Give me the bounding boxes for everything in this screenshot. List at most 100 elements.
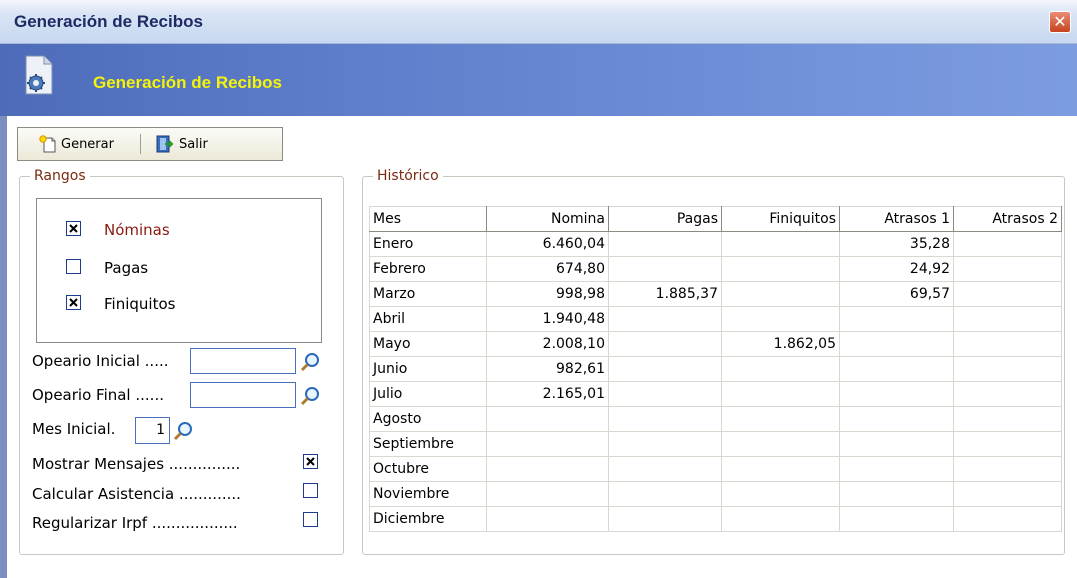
mostrar-mensajes-label: Mostrar Mensajes ............... xyxy=(32,455,241,473)
historico-legend: Histórico xyxy=(377,168,439,184)
column-header-atrasos-1[interactable]: Atrasos 1 xyxy=(839,206,954,232)
mostrar-mensajes-checkbox[interactable] xyxy=(303,454,318,469)
table-cell: Febrero xyxy=(369,256,487,282)
table-cell xyxy=(608,431,722,457)
generar-button[interactable]: Generar xyxy=(38,128,114,160)
table-cell: 2.008,10 xyxy=(486,331,609,357)
historico-header-row: Mes Nomina Pagas Finiquitos Atrasos 1 At… xyxy=(369,206,1062,232)
table-row[interactable]: Marzo 998,98 1.885,37 69,57 xyxy=(369,281,1062,307)
table-cell xyxy=(486,406,609,432)
close-icon: ✕ xyxy=(1053,12,1067,31)
table-cell: Noviembre xyxy=(369,481,487,507)
magnifier-icon[interactable] xyxy=(300,352,320,372)
table-row[interactable]: Junio 982,61 xyxy=(369,356,1062,382)
document-gear-icon xyxy=(25,55,53,95)
table-row[interactable]: Julio 2.165,01 xyxy=(369,381,1062,407)
table-cell xyxy=(486,481,609,507)
table-cell: Mayo xyxy=(369,331,487,357)
magnifier-icon[interactable] xyxy=(173,421,193,441)
table-cell xyxy=(486,506,609,532)
table-cell xyxy=(953,331,1062,357)
table-cell: 69,57 xyxy=(839,281,954,307)
table-cell xyxy=(608,481,722,507)
calcular-asistencia-checkbox[interactable] xyxy=(303,483,318,498)
column-header-pagas[interactable]: Pagas xyxy=(608,206,722,232)
table-cell xyxy=(721,431,840,457)
column-header-nomina[interactable]: Nomina xyxy=(486,206,609,232)
salir-button[interactable]: Salir xyxy=(154,128,208,160)
table-cell: Octubre xyxy=(369,456,487,482)
table-row[interactable]: Agosto xyxy=(369,406,1062,432)
table-cell: 1.940,48 xyxy=(486,306,609,332)
operario-inicial-input[interactable] xyxy=(190,348,296,374)
table-cell xyxy=(608,306,722,332)
table-cell xyxy=(953,356,1062,382)
table-cell xyxy=(721,231,840,257)
regularizar-irpf-checkbox[interactable] xyxy=(303,512,318,527)
table-row[interactable]: Mayo 2.008,10 1.862,05 xyxy=(369,331,1062,357)
table-cell: 24,92 xyxy=(839,256,954,282)
column-header-atrasos-2[interactable]: Atrasos 2 xyxy=(953,206,1062,232)
table-cell xyxy=(953,431,1062,457)
table-cell xyxy=(608,231,722,257)
table-cell xyxy=(721,281,840,307)
toolbar: Generar Salir xyxy=(17,127,283,161)
nominas-checkbox[interactable] xyxy=(66,221,81,236)
table-row[interactable]: Abril 1.940,48 xyxy=(369,306,1062,332)
rangos-legend: Rangos xyxy=(34,168,86,184)
table-cell xyxy=(608,406,722,432)
table-cell xyxy=(953,381,1062,407)
close-button[interactable]: ✕ xyxy=(1049,11,1071,33)
window-title: Generación de Recibos xyxy=(14,12,203,31)
table-cell: Agosto xyxy=(369,406,487,432)
table-cell: Septiembre xyxy=(369,431,487,457)
table-cell xyxy=(839,406,954,432)
pagas-label: Pagas xyxy=(104,259,149,277)
table-cell xyxy=(721,381,840,407)
column-header-finiquitos[interactable]: Finiquitos xyxy=(721,206,840,232)
table-cell xyxy=(839,331,954,357)
operario-final-label: Opeario Final ...... xyxy=(32,386,164,404)
table-cell xyxy=(721,481,840,507)
finiquitos-checkbox[interactable] xyxy=(66,295,81,310)
table-cell: 1.885,37 xyxy=(608,281,722,307)
finiquitos-label: Finiquitos xyxy=(104,295,176,313)
toolbar-separator xyxy=(140,134,141,154)
pagas-checkbox[interactable] xyxy=(66,259,81,274)
table-cell xyxy=(608,256,722,282)
table-cell xyxy=(721,406,840,432)
table-cell xyxy=(953,506,1062,532)
magnifier-icon[interactable] xyxy=(300,386,320,406)
generar-label: Generar xyxy=(61,136,114,152)
table-cell xyxy=(721,306,840,332)
table-cell xyxy=(721,456,840,482)
table-cell: Diciembre xyxy=(369,506,487,532)
table-row[interactable]: Febrero 674,80 24,92 xyxy=(369,256,1062,282)
table-cell xyxy=(721,356,840,382)
table-row[interactable]: Septiembre xyxy=(369,431,1062,457)
mes-inicial-label: Mes Inicial. xyxy=(32,420,116,438)
salir-label: Salir xyxy=(179,136,208,152)
table-cell: Julio xyxy=(369,381,487,407)
table-row[interactable]: Noviembre xyxy=(369,481,1062,507)
mes-inicial-input[interactable]: 1 xyxy=(135,417,170,444)
left-border-strip xyxy=(0,116,7,578)
column-header-mes[interactable]: Mes xyxy=(369,206,487,232)
table-cell xyxy=(608,356,722,382)
table-cell: Enero xyxy=(369,231,487,257)
exit-door-icon xyxy=(156,135,174,153)
historico-table: Mes Nomina Pagas Finiquitos Atrasos 1 At… xyxy=(369,206,1062,532)
table-cell xyxy=(839,306,954,332)
table-cell xyxy=(953,481,1062,507)
operario-final-input[interactable] xyxy=(190,382,296,408)
table-cell xyxy=(839,456,954,482)
table-row[interactable]: Octubre xyxy=(369,456,1062,482)
table-row[interactable]: Enero 6.460,04 35,28 xyxy=(369,231,1062,257)
table-cell xyxy=(721,506,840,532)
table-cell xyxy=(608,331,722,357)
table-cell: 998,98 xyxy=(486,281,609,307)
table-row[interactable]: Diciembre xyxy=(369,506,1062,532)
table-cell xyxy=(953,256,1062,282)
table-cell xyxy=(953,306,1062,332)
table-cell: 6.460,04 xyxy=(486,231,609,257)
